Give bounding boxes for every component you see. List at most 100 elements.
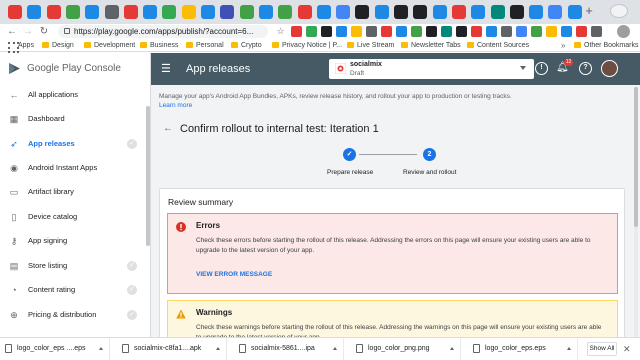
browser-tab-favicon[interactable] [27, 5, 42, 19]
extension-icon[interactable] [546, 26, 557, 37]
new-tab-button[interactable]: + [582, 4, 596, 18]
download-item[interactable]: logo_color_png.png [351, 338, 461, 360]
extension-icon[interactable] [456, 26, 467, 37]
extension-icon[interactable] [321, 26, 332, 37]
bookmark-folder-newsletter[interactable]: Newsletter Tabs [401, 39, 461, 52]
extension-icon[interactable] [351, 26, 362, 37]
browser-tab-favicon[interactable] [509, 5, 524, 19]
browser-tab-favicon[interactable] [413, 5, 428, 19]
extension-icon[interactable] [591, 26, 602, 37]
browser-tab-favicon[interactable] [8, 5, 22, 19]
bookmark-folder-personal[interactable]: Personal [186, 39, 224, 52]
browser-tab-favicon[interactable] [201, 5, 215, 19]
browser-tab-favicon[interactable] [394, 5, 408, 19]
chevron-up-icon[interactable] [216, 347, 220, 350]
info-icon[interactable]: ! [535, 62, 548, 75]
extension-icon[interactable] [381, 26, 392, 37]
back-arrow-icon[interactable]: ← [6, 26, 18, 38]
browser-tab-favicon[interactable] [278, 5, 293, 19]
extension-icon[interactable] [306, 26, 317, 37]
avatar[interactable] [601, 60, 618, 77]
address-bar[interactable]: https://play.google.com/apps/publish/?ac… [58, 25, 268, 38]
bookmark-folder-live-stream[interactable]: Live Stream [347, 39, 394, 52]
bookmark-folder-design[interactable]: Design [42, 39, 74, 52]
download-item[interactable]: logo_color_eps.eps [468, 338, 578, 360]
sidebar-item-app-signing[interactable]: ⚷ App signing [0, 231, 150, 251]
bookmark-folder-development[interactable]: Development [84, 39, 135, 52]
extension-icon[interactable] [411, 26, 422, 37]
close-icon[interactable]: ✕ [623, 342, 631, 356]
sidebar-scrollbar[interactable] [146, 106, 150, 246]
sidebar-item-pricing-distribution[interactable]: ⊕ Pricing & distribution ✓ [0, 305, 150, 325]
bookmark-privacy-notice[interactable]: Privacy Notice | P... [272, 39, 342, 52]
bookmark-folder-other[interactable]: Other Bookmarks [574, 39, 638, 52]
extension-icon[interactable] [486, 26, 497, 37]
browser-tab-favicon[interactable] [258, 5, 273, 19]
browser-tab-favicon[interactable] [181, 5, 196, 19]
download-item[interactable]: socialmix-5861....ipa [234, 338, 344, 360]
sidebar-item-content-rating[interactable]: ◔ Content rating ✓ [0, 280, 150, 300]
browser-tab-favicon[interactable] [490, 5, 505, 19]
browser-tab-favicon[interactable] [220, 5, 235, 19]
browser-tab-favicon[interactable] [374, 5, 389, 19]
browser-tab-favicon[interactable] [529, 5, 544, 19]
menu-icon[interactable]: ☰ [161, 63, 173, 75]
extension-icon[interactable] [366, 26, 377, 37]
show-all-button[interactable]: Show All [587, 342, 617, 356]
extension-icon[interactable] [426, 26, 437, 37]
scrollbar-thumb[interactable] [634, 87, 638, 227]
browser-tab-favicon[interactable] [316, 5, 331, 19]
window-control[interactable] [610, 4, 628, 18]
bookmark-folder-crypto[interactable]: Crypto [231, 39, 262, 52]
sidebar-item-artifact-library[interactable]: ▭ Artifact library [0, 182, 150, 202]
browser-tab-favicon[interactable] [355, 5, 370, 19]
download-item[interactable]: socialmix-c8fa1....apk [117, 338, 227, 360]
extension-icon[interactable] [441, 26, 452, 37]
learn-more-link[interactable]: Learn more [159, 101, 559, 110]
profile-avatar[interactable] [617, 25, 630, 38]
sidebar-item-store-listing[interactable]: ▤ Store listing ✓ [0, 256, 150, 276]
bookmark-folder-content-sources[interactable]: Content Sources [467, 39, 529, 52]
browser-tab-favicon[interactable] [85, 5, 100, 19]
sidebar-item-device-catalog[interactable]: ▯ Device catalog [0, 207, 150, 227]
extension-icon[interactable] [501, 26, 512, 37]
forward-arrow-icon[interactable]: → [22, 26, 34, 38]
view-error-message-link[interactable]: VIEW ERROR MESSAGE [196, 271, 272, 278]
browser-tab-favicon[interactable] [104, 5, 119, 19]
browser-tab-favicon[interactable] [336, 5, 351, 19]
browser-tab-favicon[interactable] [432, 5, 447, 19]
bookmark-star-icon[interactable]: ☆ [275, 26, 286, 37]
sidebar-item-instant-apps[interactable]: ◉ Android Instant Apps [0, 158, 150, 178]
extension-icon[interactable] [516, 26, 527, 37]
extension-icon[interactable] [471, 26, 482, 37]
reload-icon[interactable]: ↻ [38, 26, 50, 38]
browser-tab-favicon[interactable] [548, 5, 563, 19]
sidebar-item-dashboard[interactable]: ▦ Dashboard [0, 109, 150, 129]
browser-tab-favicon[interactable] [46, 5, 61, 19]
bookmark-folder-business[interactable]: Business [140, 39, 178, 52]
browser-tab-favicon[interactable] [143, 5, 158, 19]
browser-tab-favicon[interactable] [65, 5, 80, 19]
extension-icon[interactable] [396, 26, 407, 37]
main-scrollbar[interactable] [634, 87, 638, 337]
extension-icon[interactable] [531, 26, 542, 37]
sidebar-item-all-applications[interactable]: ← All applications [0, 85, 150, 105]
browser-tab-favicon[interactable] [567, 5, 582, 19]
chevron-up-icon[interactable] [567, 347, 571, 350]
extension-icon[interactable] [576, 26, 587, 37]
app-selector[interactable]: socialmix Draft [329, 59, 534, 79]
sidebar-item-app-releases[interactable]: ➶ App releases ✓ [0, 134, 150, 154]
extension-icon[interactable] [336, 26, 347, 37]
chevron-up-icon[interactable] [450, 347, 454, 350]
step-1-check-icon[interactable]: ✓ [343, 148, 356, 161]
bookmarks-overflow[interactable]: » [561, 39, 565, 52]
step-2-indicator[interactable]: 2 [423, 148, 436, 161]
help-icon[interactable]: ? [579, 62, 592, 75]
browser-tab-favicon[interactable] [239, 5, 254, 19]
browser-tab-favicon[interactable] [297, 5, 312, 19]
download-item[interactable]: logo_color_eps ....eps [0, 338, 110, 360]
extension-icon[interactable] [561, 26, 572, 37]
back-arrow-icon[interactable]: ← [163, 123, 173, 135]
browser-tab-favicon[interactable] [471, 5, 486, 19]
bookmark-apps[interactable]: Apps [8, 39, 34, 53]
